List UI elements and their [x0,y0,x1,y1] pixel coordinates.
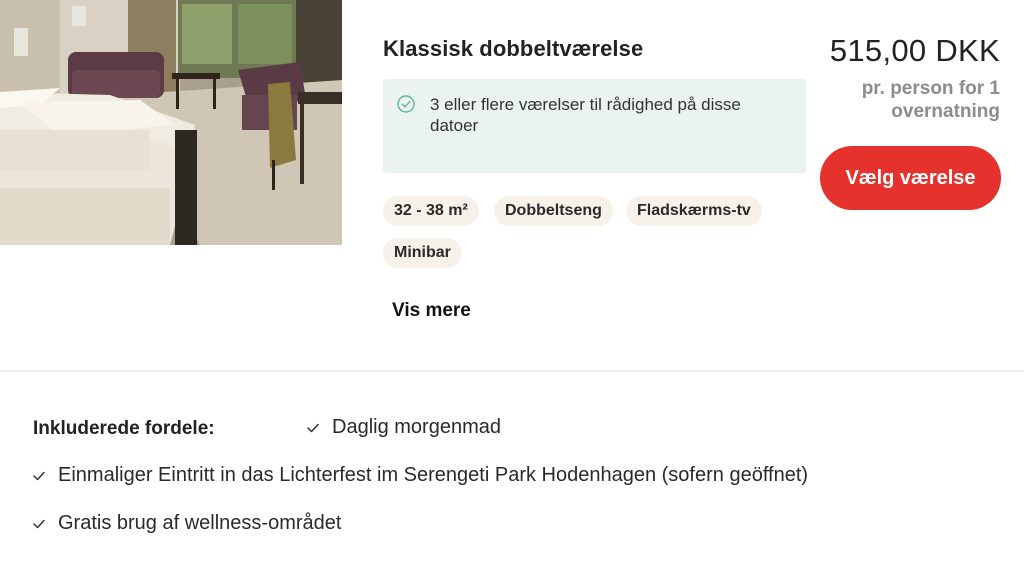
benefit-item: Gratis brug af wellness-området [33,512,341,535]
availability-notice: 3 eller flere værelser til rådighed på d… [383,79,806,173]
checkmark-icon [307,423,319,432]
feature-chip-bed: Dobbeltseng [494,196,613,226]
benefit-label: Einmaliger Eintritt in das Lichterfest i… [58,464,809,486]
checkmark-icon [33,519,45,528]
feature-chip-minibar: Minibar [383,238,462,268]
show-more-button[interactable]: Vis mere [392,300,471,322]
benefit-item: Daglig morgenmad [307,416,501,439]
benefits-heading: Inkluderede fordele: [33,418,215,439]
benefit-label: Gratis brug af wellness-området [58,512,342,534]
checkmark-icon [33,471,45,480]
room-photo[interactable] [0,0,342,245]
availability-text: 3 eller flere værelser til rådighed på d… [430,95,741,135]
benefit-item: Einmaliger Eintritt in das Lichterfest i… [33,464,808,487]
room-price: 515,00 DKK [829,33,1000,68]
price-note: pr. person for 1 overnatning [861,78,1000,122]
select-room-button[interactable]: Vælg værelse [820,146,1001,210]
section-divider [0,370,1024,372]
room-title: Klassisk dobbeltværelse [383,36,644,61]
check-circle-icon [397,95,415,113]
feature-chip-tv: Fladskærms-tv [626,196,762,226]
benefit-label: Daglig morgenmad [332,416,501,438]
feature-chip-size: 32 - 38 m² [383,196,479,226]
